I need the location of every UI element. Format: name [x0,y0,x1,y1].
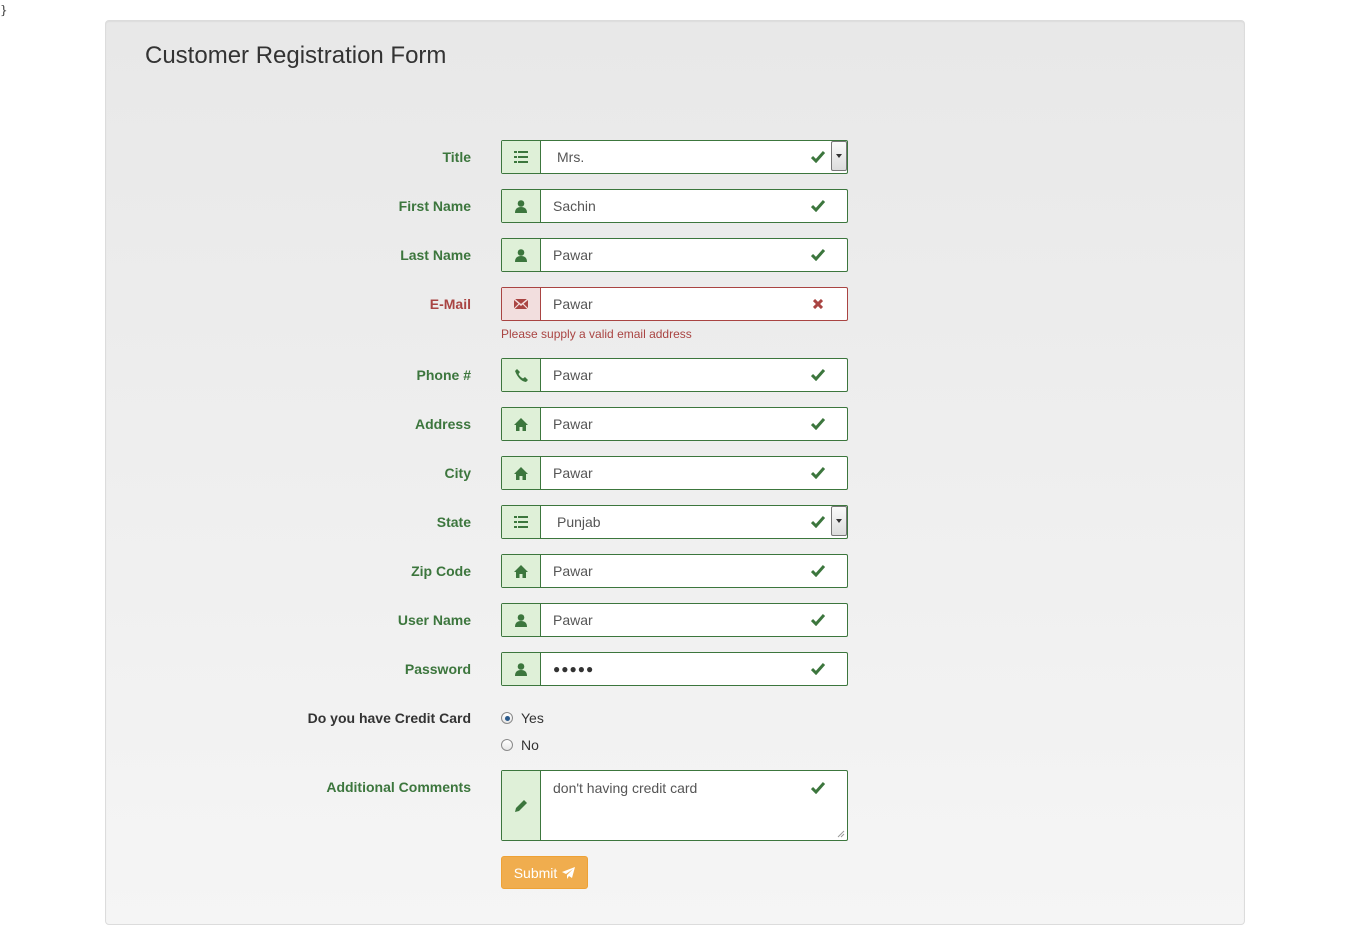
first-name-field[interactable]: Sachin [501,189,848,223]
state-select[interactable]: Punjab [501,505,848,539]
email-input[interactable]: Pawar [541,288,847,320]
user-icon [502,604,541,636]
stray-brace-text: } [0,3,8,17]
city-field[interactable]: Pawar [501,456,848,490]
password-field[interactable]: ●●●●● [501,652,848,686]
email-value: Pawar [553,296,593,312]
check-icon [811,150,825,164]
address-input[interactable]: Pawar [541,408,847,440]
last-name-input[interactable]: Pawar [541,239,847,271]
password-label: Password [404,661,471,677]
comments-field[interactable]: don't having credit card [501,770,848,841]
check-icon [811,199,825,213]
pencil-icon [502,771,541,840]
city-label: City [444,465,471,481]
submit-button[interactable]: Submit [501,856,588,889]
zip-input[interactable]: Pawar [541,555,847,587]
password-input[interactable]: ●●●●● [541,653,847,685]
radio-yes[interactable] [501,712,513,724]
comments-value: don't having credit card [553,780,698,796]
credit-card-label: Do you have Credit Card [307,710,471,726]
check-icon [811,662,825,676]
username-label: User Name [397,612,471,628]
radio-no-label: No [521,737,539,753]
home-icon [502,408,541,440]
check-icon [811,368,825,382]
send-icon [562,866,576,879]
radio-yes-label: Yes [521,710,544,726]
first-name-value: Sachin [553,198,596,214]
city-value: Pawar [553,465,593,481]
title-select[interactable]: Mrs. [501,140,848,174]
check-icon [811,417,825,431]
username-value: Pawar [553,612,593,628]
phone-value: Pawar [553,367,593,383]
zip-value: Pawar [553,563,593,579]
cross-icon [811,297,825,311]
email-field[interactable]: Pawar [501,287,848,321]
comments-label: Additional Comments [326,779,471,795]
username-input[interactable]: Pawar [541,604,847,636]
envelope-icon [502,288,541,320]
address-field[interactable]: Pawar [501,407,848,441]
email-error-message: Please supply a valid email address [501,327,692,341]
state-select-value: Punjab [557,514,601,530]
check-icon [811,564,825,578]
check-icon [811,466,825,480]
email-label: E-Mail [429,296,471,312]
phone-icon [502,359,541,391]
radio-no[interactable] [501,739,513,751]
first-name-input[interactable]: Sachin [541,190,847,222]
list-icon [502,141,541,173]
phone-label: Phone # [416,367,471,383]
phone-input[interactable]: Pawar [541,359,847,391]
chevron-down-icon[interactable] [831,506,847,536]
password-value: ●●●●● [553,662,595,676]
check-icon [811,781,825,795]
form-legend: Customer Registration Form [145,42,447,69]
home-icon [502,457,541,489]
last-name-label: Last Name [400,247,471,263]
radio-option-no[interactable]: No [501,735,539,755]
list-icon [502,506,541,538]
title-select-value-area[interactable]: Mrs. [541,141,847,173]
address-label: Address [414,416,471,432]
title-select-value: Mrs. [557,149,585,165]
zip-label: Zip Code [411,563,471,579]
city-input[interactable]: Pawar [541,457,847,489]
first-name-label: First Name [398,198,471,214]
title-label: Title [442,149,471,165]
resize-handle-icon[interactable] [837,830,845,838]
chevron-down-icon[interactable] [831,141,847,171]
phone-field[interactable]: Pawar [501,358,848,392]
check-icon [811,248,825,262]
state-select-value-area[interactable]: Punjab [541,506,847,538]
check-icon [811,613,825,627]
comments-textarea[interactable]: don't having credit card [541,771,847,840]
last-name-value: Pawar [553,247,593,263]
zip-field[interactable]: Pawar [501,554,848,588]
radio-option-yes[interactable]: Yes [501,708,544,728]
username-field[interactable]: Pawar [501,603,848,637]
address-value: Pawar [553,416,593,432]
last-name-field[interactable]: Pawar [501,238,848,272]
user-icon [502,239,541,271]
check-icon [811,515,825,529]
home-icon [502,555,541,587]
user-icon [502,653,541,685]
state-label: State [436,514,471,530]
user-icon [502,190,541,222]
submit-label: Submit [513,864,558,881]
